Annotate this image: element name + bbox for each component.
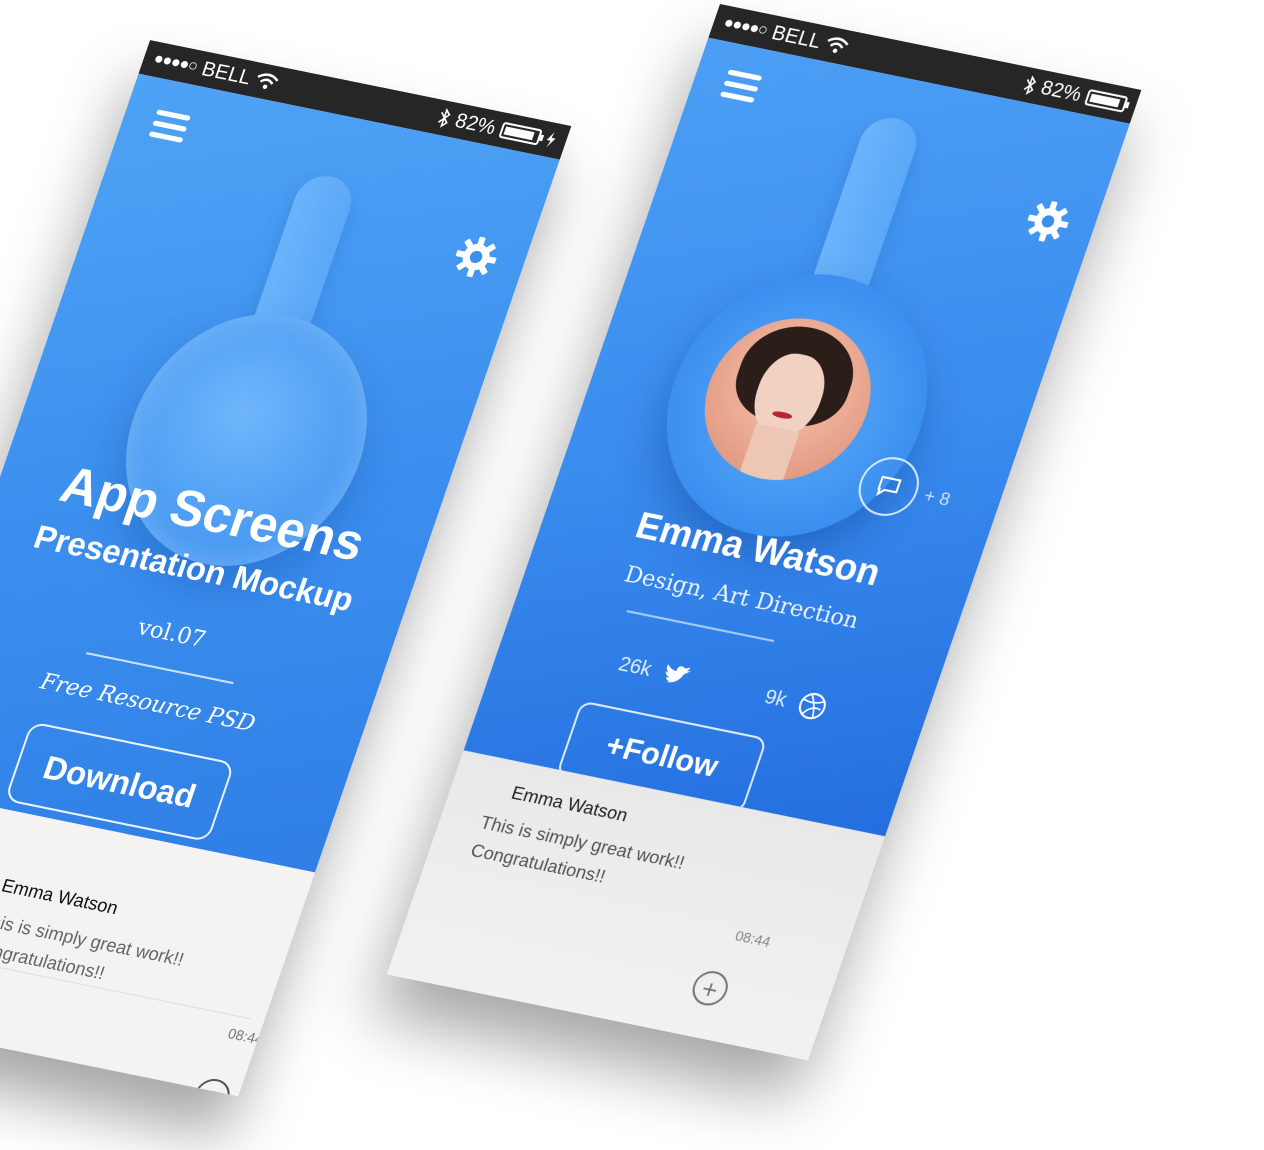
dribbble-icon: [798, 693, 826, 720]
gear-icon[interactable]: [1019, 195, 1077, 247]
battery-icon: [1083, 88, 1129, 113]
divider: [85, 652, 234, 685]
bluetooth-icon: [1023, 75, 1037, 95]
bluetooth-icon: [438, 108, 451, 128]
message-time: 08:44: [225, 1024, 266, 1048]
wifi-icon: [257, 73, 279, 90]
battery-percent: 82%: [452, 109, 499, 139]
dribbble-count: 9k: [761, 685, 790, 712]
twitter-icon: [662, 664, 692, 683]
chat-count: + 8: [921, 485, 954, 510]
battery-icon: [498, 121, 543, 146]
message-text: This is simply great work!! Congratulati…: [468, 811, 688, 887]
gear-icon[interactable]: [447, 231, 505, 283]
menu-icon[interactable]: [147, 109, 191, 146]
chat-bubble-icon: [876, 475, 902, 497]
lightning-icon: [546, 132, 556, 148]
signal-strength: ●●●●○: [721, 13, 770, 40]
wifi-icon: [827, 37, 849, 54]
signal-strength: ●●●●○: [151, 49, 200, 76]
profile-hero: + 8 Emma Watson Design, Art Direction 26…: [463, 37, 1130, 837]
carrier-name: BELL: [768, 21, 825, 53]
plus-circle-icon[interactable]: +: [189, 1075, 235, 1097]
mockup-stage: ●●●●○ BELL 82% + 8 Emma Watson Design, A…: [0, 0, 1264, 1150]
twitter-count: 26k: [615, 652, 655, 681]
message-text: This is simply great work!! Congratulati…: [0, 908, 187, 984]
battery-percent: 82%: [1037, 76, 1085, 107]
message-time: 08:44: [733, 927, 773, 951]
dribbble-stat[interactable]: 9k: [760, 682, 832, 724]
carrier-name: BELL: [198, 57, 255, 89]
plus-circle-icon[interactable]: +: [687, 968, 733, 1009]
menu-icon[interactable]: [719, 69, 763, 106]
twitter-stat[interactable]: 26k: [615, 652, 696, 691]
divider: [626, 610, 775, 643]
